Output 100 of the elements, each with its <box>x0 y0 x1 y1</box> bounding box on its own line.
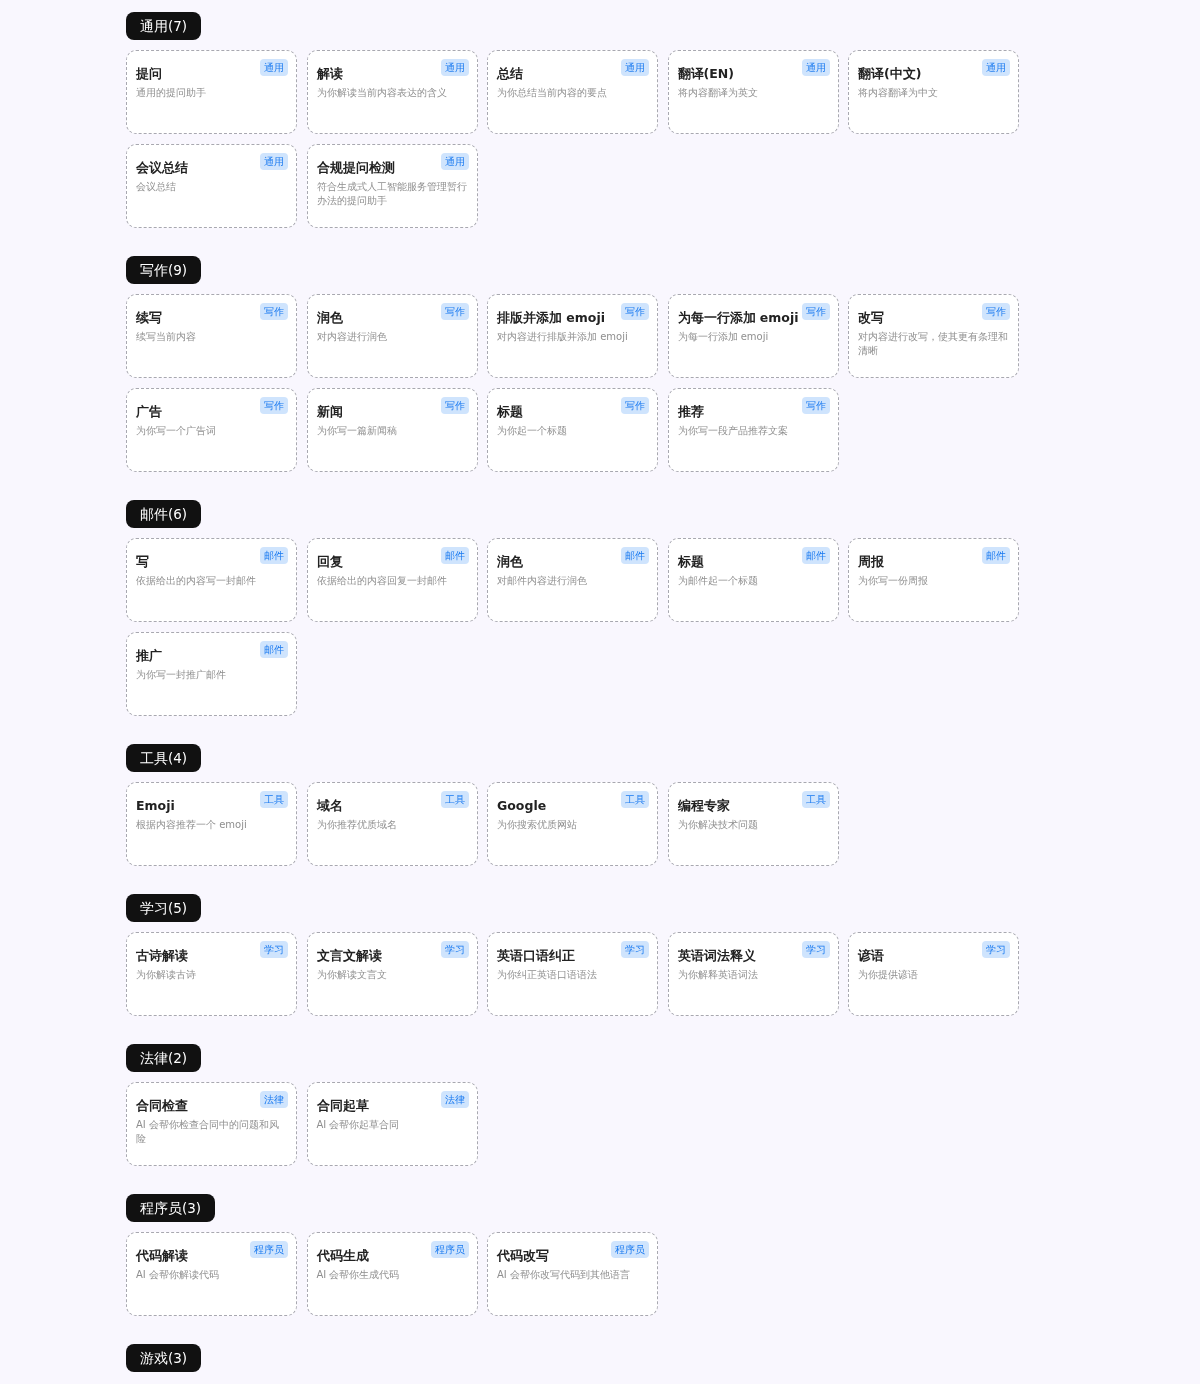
category-tag: 通用 <box>440 153 469 170</box>
prompt-card[interactable]: 推广 邮件 为你写一封推广邮件 <box>126 632 297 716</box>
prompt-card[interactable]: 域名 工具 为你推荐优质域名 <box>306 782 478 866</box>
card-title: 改写 <box>858 310 884 325</box>
prompt-card[interactable]: 总结 通用 为你总结当前内容的要点 <box>487 50 658 134</box>
card-description: 对内容进行改写，使其更有条理和清晰 <box>858 330 1009 357</box>
card-title: 英语口语纠正 <box>497 948 575 963</box>
card-title: 回复 <box>316 554 343 569</box>
prompt-card[interactable]: 推荐 写作 为你写一段产品推荐文案 <box>667 388 839 472</box>
card-title: 标题 <box>497 404 523 419</box>
card-description: 将内容翻译为英文 <box>677 86 759 100</box>
card-description: 对内容进行润色 <box>316 330 388 344</box>
card-description: 为你写一篇新闻稿 <box>316 424 398 438</box>
card-title: 排版并添加 emoji <box>497 310 605 325</box>
category-tag: 邮件 <box>440 547 469 564</box>
category-tag: 写作 <box>260 303 288 320</box>
prompt-card[interactable]: 改写 写作 对内容进行改写，使其更有条理和清晰 <box>848 294 1019 378</box>
prompt-card[interactable]: 续写 写作 续写当前内容 <box>126 294 297 378</box>
prompt-card[interactable]: 谚语 学习 为你提供谚语 <box>848 932 1019 1016</box>
card-description: 通用的提问助手 <box>136 86 207 100</box>
card-description: 为你解读当前内容表达的含义 <box>316 86 448 100</box>
prompt-card[interactable]: 提问 通用 通用的提问助手 <box>126 50 297 134</box>
category-tag: 邮件 <box>982 547 1010 564</box>
card-description: 为你纠正英语口语语法 <box>497 968 598 982</box>
category-tag: 学习 <box>982 941 1010 958</box>
card-title: 谚语 <box>858 948 884 963</box>
prompt-card[interactable]: 合同检查 法律 AI 会帮你检查合同中的问题和风险 <box>126 1082 297 1166</box>
prompt-card[interactable]: 英语口语纠正 学习 为你纠正英语口语语法 <box>487 932 658 1016</box>
prompt-card[interactable]: 英语词法释义 学习 为你解释英语词法 <box>667 932 839 1016</box>
prompt-card[interactable]: 润色 写作 对内容进行润色 <box>306 294 478 378</box>
prompt-card[interactable]: Google 工具 为你搜索优质网站 <box>487 782 658 866</box>
card-title: 会议总结 <box>136 160 188 175</box>
prompt-card[interactable]: Emoji 工具 根据内容推荐一个 emoji <box>126 782 297 866</box>
card-description: AI 会帮你解读代码 <box>136 1268 220 1282</box>
prompt-card[interactable]: 编程专家 工具 为你解决技术问题 <box>667 782 839 866</box>
category-tag: 工具 <box>260 791 288 808</box>
card-title: Emoji <box>136 798 175 813</box>
card-description: 依据给出的内容回复一封邮件 <box>316 574 448 588</box>
card-description: 根据内容推荐一个 emoji <box>136 818 248 832</box>
card-description: 为你写一段产品推荐文案 <box>677 424 789 438</box>
prompt-card[interactable]: 文言文解读 学习 为你解读文言文 <box>306 932 478 1016</box>
card-title: 代码解读 <box>136 1248 188 1263</box>
card-title: 翻译(中文) <box>858 66 922 81</box>
category-heading: 法律(2) <box>126 1044 202 1072</box>
prompt-card[interactable]: 周报 邮件 为你写一份周报 <box>848 538 1019 622</box>
prompt-card[interactable]: 新闻 写作 为你写一篇新闻稿 <box>306 388 478 472</box>
category-heading: 工具(4) <box>126 744 202 772</box>
card-title: 编程专家 <box>677 798 730 813</box>
card-description: 为你写一个广告词 <box>136 424 217 438</box>
card-description: 会议总结 <box>136 180 177 194</box>
prompt-card[interactable]: 回复 邮件 依据给出的内容回复一封邮件 <box>306 538 478 622</box>
category-tag: 通用 <box>621 59 649 76</box>
card-title: 合同起草 <box>316 1098 369 1113</box>
card-description: 为你解读文言文 <box>316 968 388 982</box>
card-title: 合同检查 <box>136 1098 188 1113</box>
category-tag: 邮件 <box>801 547 830 564</box>
category-tag: 工具 <box>801 791 830 808</box>
card-title: 标题 <box>677 554 704 569</box>
category-tag: 写作 <box>801 397 830 414</box>
card-description: AI 会帮你起草合同 <box>316 1118 401 1132</box>
card-description: 为你解决技术问题 <box>677 818 759 832</box>
card-title: 润色 <box>497 554 523 569</box>
card-description: 为你提供谚语 <box>858 968 919 982</box>
card-description: 为你写一份周报 <box>858 574 929 588</box>
prompt-card[interactable]: 润色 邮件 对邮件内容进行润色 <box>487 538 658 622</box>
prompt-card[interactable]: 合规提问检测 通用 符合生成式人工智能服务管理暂行办法的提问助手 <box>306 144 478 228</box>
category-heading: 游戏(3) <box>126 1344 202 1372</box>
prompt-card[interactable]: 翻译(中文) 通用 将内容翻译为中文 <box>848 50 1019 134</box>
card-title: 广告 <box>136 404 162 419</box>
category-tag: 写作 <box>621 397 649 414</box>
prompt-card[interactable]: 广告 写作 为你写一个广告词 <box>126 388 297 472</box>
prompt-card[interactable]: 标题 邮件 为邮件起一个标题 <box>667 538 839 622</box>
card-description: 续写当前内容 <box>136 330 197 344</box>
card-description: 符合生成式人工智能服务管理暂行办法的提问助手 <box>316 180 468 207</box>
card-description: AI 会帮你检查合同中的问题和风险 <box>136 1118 280 1145</box>
prompt-card[interactable]: 标题 写作 为你起一个标题 <box>487 388 658 472</box>
prompt-card[interactable]: 古诗解读 学习 为你解读古诗 <box>126 932 297 1016</box>
prompt-card[interactable]: 合同起草 法律 AI 会帮你起草合同 <box>306 1082 478 1166</box>
card-description: 对内容进行排版并添加 emoji <box>497 330 629 344</box>
card-title: Google <box>497 798 547 813</box>
prompt-card[interactable]: 代码生成 程序员 AI 会帮你生成代码 <box>306 1232 478 1316</box>
card-description: 为你写一封推广邮件 <box>136 668 227 682</box>
card-description: 为你起一个标题 <box>497 424 568 438</box>
category-tag: 法律 <box>260 1091 288 1108</box>
card-description: 为邮件起一个标题 <box>677 574 759 588</box>
prompt-card[interactable]: 写 邮件 依据给出的内容写一封邮件 <box>126 538 297 622</box>
prompt-card[interactable]: 解读 通用 为你解读当前内容表达的含义 <box>306 50 478 134</box>
prompt-card[interactable]: 排版并添加 emoji 写作 对内容进行排版并添加 emoji <box>487 294 658 378</box>
prompt-card[interactable]: 会议总结 通用 会议总结 <box>126 144 297 228</box>
category-tag: 写作 <box>621 303 649 320</box>
category-tag: 写作 <box>440 303 469 320</box>
prompt-card[interactable]: 代码解读 程序员 AI 会帮你解读代码 <box>126 1232 297 1316</box>
prompt-card[interactable]: 翻译(EN) 通用 将内容翻译为英文 <box>667 50 839 134</box>
card-description: AI 会帮你改写代码到其他语言 <box>497 1268 631 1282</box>
prompt-card[interactable]: 为每一行添加 emoji 写作 为每一行添加 emoji <box>667 294 839 378</box>
card-title: 文言文解读 <box>316 948 382 963</box>
category-tag: 写作 <box>260 397 288 414</box>
category-tag: 法律 <box>440 1091 469 1108</box>
category-tag: 工具 <box>621 791 649 808</box>
prompt-card[interactable]: 代码改写 程序员 AI 会帮你改写代码到其他语言 <box>487 1232 658 1316</box>
